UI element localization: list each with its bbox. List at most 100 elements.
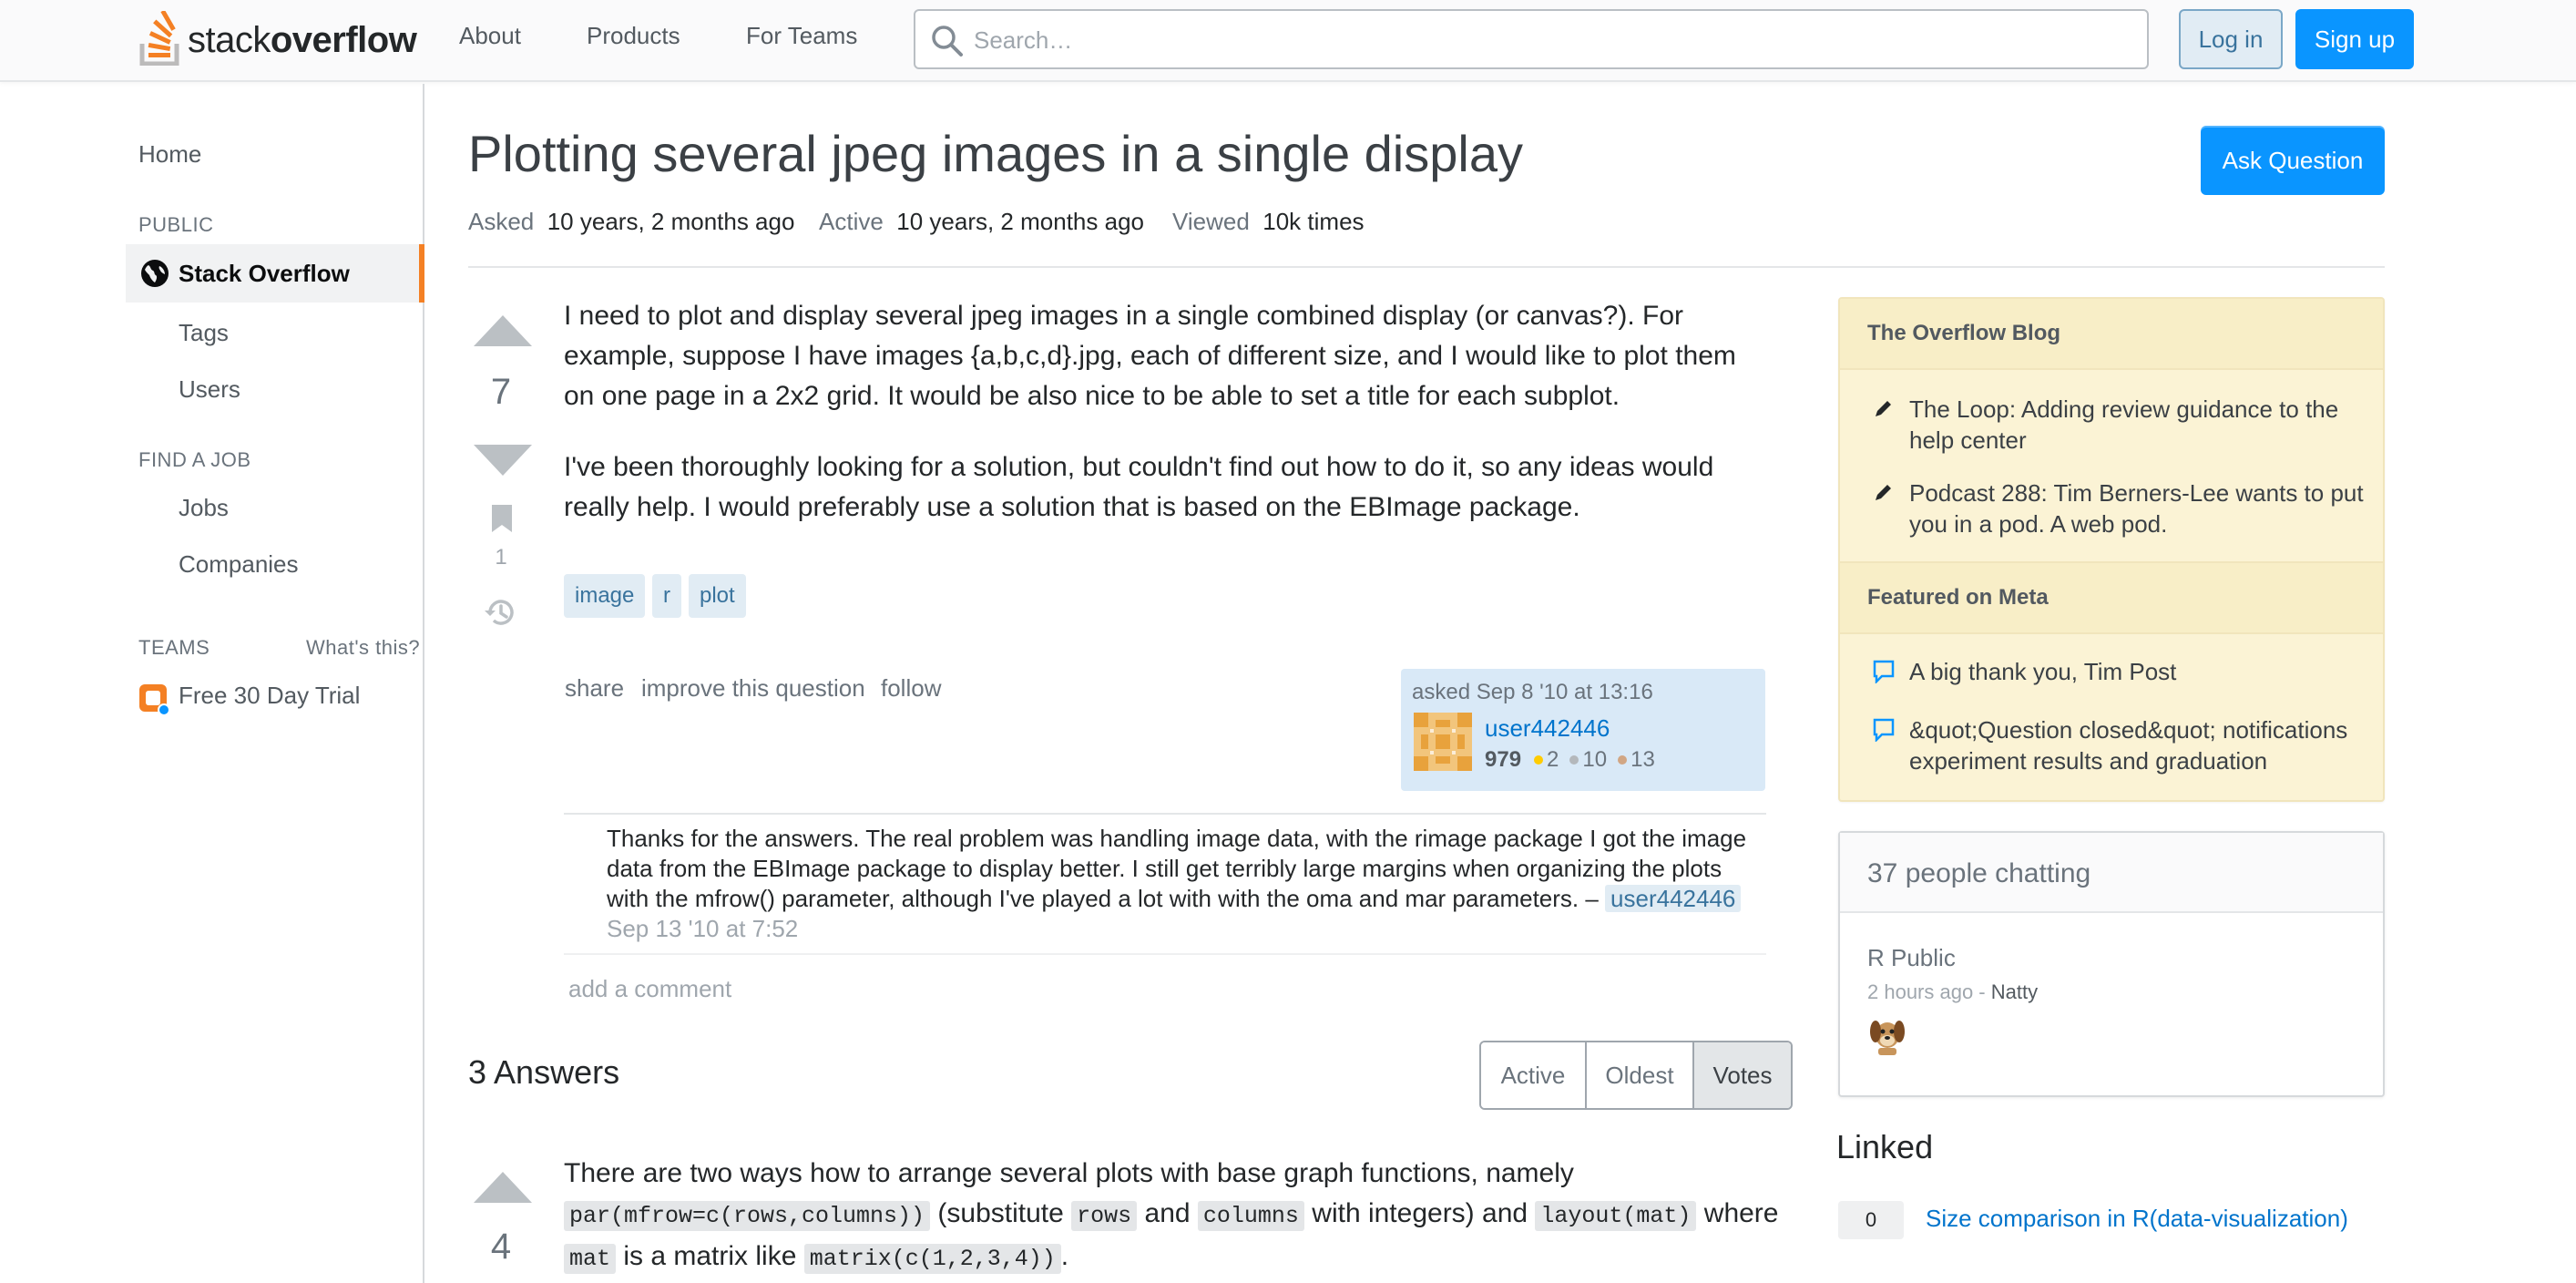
- sidebar-item-jobs[interactable]: Jobs: [179, 494, 229, 522]
- bookmark-icon[interactable]: [490, 503, 514, 534]
- question-body-paragraph-2: I've been thoroughly looking for a solut…: [564, 452, 1714, 522]
- meta-viewed-value: 10k times: [1262, 208, 1365, 235]
- question-title[interactable]: Plotting several jpeg images in a single…: [468, 124, 1523, 183]
- linked-vote-count: 0: [1838, 1201, 1904, 1239]
- comment-bubble-icon: [1873, 718, 1895, 742]
- search-input[interactable]: [974, 22, 2121, 58]
- overflow-blog-widget: The Overflow Blog The Loop: Adding revie…: [1838, 297, 2385, 802]
- bronze-badge-count: 13: [1630, 747, 1655, 772]
- meta-header: Featured on Meta: [1840, 561, 2383, 634]
- chat-activity: 2 hours ago - Natty: [1867, 980, 2038, 1004]
- brand-bold: overflow: [270, 20, 417, 60]
- comment-date[interactable]: Sep 13 '10 at 7:52: [607, 915, 798, 942]
- add-comment-link[interactable]: add a comment: [568, 975, 731, 1003]
- whats-this-link[interactable]: What's this?: [306, 636, 420, 660]
- nav-for-teams[interactable]: For Teams: [746, 22, 857, 50]
- meta-viewed-label: Viewed: [1172, 208, 1250, 235]
- sort-active-tab[interactable]: Active: [1481, 1042, 1585, 1108]
- answer-text-6: is a matrix like: [616, 1241, 804, 1271]
- teams-briefcase-icon: [139, 684, 170, 716]
- code-par-mfrow: par(mfrow=c(rows,columns)): [564, 1201, 931, 1231]
- nav-about[interactable]: About: [459, 22, 521, 50]
- meta-asked-label: Asked: [468, 208, 535, 235]
- bronze-badge-icon: [1618, 755, 1628, 765]
- login-button[interactable]: Log in: [2179, 9, 2283, 69]
- top-bar: stackoverflow About Products For Teams L…: [0, 0, 2576, 82]
- chat-time: 2 hours ago -: [1867, 980, 1991, 1003]
- follow-link[interactable]: follow: [881, 674, 941, 703]
- comment-user[interactable]: user442446: [1605, 885, 1742, 912]
- search-box[interactable]: [914, 9, 2149, 69]
- question-body-paragraph-1: I need to plot and display several jpeg …: [564, 301, 1736, 411]
- ask-question-button[interactable]: Ask Question: [2201, 126, 2385, 195]
- user-avatar[interactable]: [1414, 713, 1472, 771]
- pencil-icon: [1876, 401, 1891, 416]
- meta-asked: Asked 10 years, 2 months ago: [468, 208, 794, 236]
- blog-heading: The Overflow Blog: [1867, 321, 2061, 345]
- asked-timestamp[interactable]: asked Sep 8 '10 at 13:16: [1412, 680, 1653, 705]
- comment-bubble-icon: [1873, 660, 1895, 683]
- sidebar-item-home[interactable]: Home: [138, 140, 201, 169]
- chat-heading[interactable]: 37 people chatting: [1867, 858, 2090, 889]
- code-rows: rows: [1071, 1201, 1138, 1231]
- improve-question-link[interactable]: improve this question: [641, 674, 865, 703]
- sidebar-item-tags[interactable]: Tags: [179, 319, 229, 347]
- code-columns: columns: [1197, 1201, 1304, 1231]
- pencil-icon: [1876, 485, 1891, 500]
- sidebar-section-teams: TEAMS: [138, 636, 210, 659]
- chat-user[interactable]: Natty: [1991, 980, 2038, 1003]
- sidebar-item-stack-overflow-label: Stack Overflow: [179, 260, 350, 287]
- meta-viewed: Viewed 10k times: [1172, 208, 1365, 236]
- blog-item-2[interactable]: Podcast 288: Tim Berners-Lee wants to pu…: [1909, 477, 2365, 539]
- linked-question-link[interactable]: Size comparison in R(data-visualization): [1926, 1205, 2348, 1233]
- answer-upvote-arrow-icon[interactable]: [474, 1172, 532, 1205]
- code-mat: mat: [564, 1244, 617, 1274]
- comments-bottom-divider: [564, 953, 1766, 955]
- chat-user-avatar[interactable]: [1867, 1013, 1907, 1057]
- tag-r[interactable]: r: [652, 574, 681, 618]
- nav-products[interactable]: Products: [587, 22, 680, 50]
- silver-badge-count: 10: [1582, 747, 1608, 772]
- sidebar-item-users[interactable]: Users: [179, 375, 240, 404]
- sidebar-item-companies[interactable]: Companies: [179, 550, 299, 579]
- meta-item-1[interactable]: A big thank you, Tim Post: [1909, 656, 2365, 687]
- brand-plain: stack: [188, 20, 271, 60]
- downvote-arrow-icon[interactable]: [474, 443, 532, 476]
- comment: Thanks for the answers. The real problem…: [607, 824, 1763, 944]
- code-matrix: matrix(c(1,2,3,4)): [803, 1244, 1061, 1274]
- blog-header: The Overflow Blog: [1840, 299, 2383, 370]
- answer-text-5: where: [1696, 1198, 1779, 1228]
- sort-votes-tab[interactable]: Votes: [1692, 1042, 1791, 1108]
- sort-oldest-tab[interactable]: Oldest: [1585, 1042, 1692, 1108]
- owner-username[interactable]: user442446: [1485, 714, 1610, 743]
- upvote-arrow-icon[interactable]: [474, 315, 532, 348]
- tag-image[interactable]: image: [564, 574, 646, 618]
- meta-active-value[interactable]: 10 years, 2 months ago: [896, 208, 1144, 235]
- tag-plot[interactable]: plot: [689, 574, 746, 618]
- comment-text: Thanks for the answers. The real problem…: [607, 825, 1747, 912]
- meta-item-2[interactable]: &quot;Question closed&quot; notification…: [1909, 714, 2365, 776]
- share-link[interactable]: share: [565, 674, 624, 703]
- site-logo[interactable]: stackoverflow: [138, 7, 417, 66]
- chat-room-name[interactable]: R Public: [1867, 944, 1956, 972]
- brand-wordmark: stackoverflow: [188, 15, 417, 66]
- meta-asked-value: 10 years, 2 months ago: [547, 208, 795, 235]
- gold-badge-count: 2: [1547, 747, 1559, 772]
- history-icon[interactable]: [483, 594, 519, 631]
- chat-widget: 37 people chatting R Public 2 hours ago …: [1838, 831, 2385, 1097]
- answer-text-4: with integers) and: [1303, 1198, 1536, 1228]
- meta-heading: Featured on Meta: [1867, 585, 2049, 610]
- comments-divider: [564, 813, 1766, 815]
- sidebar-item-free-trial[interactable]: Free 30 Day Trial: [179, 682, 360, 710]
- header-divider: [468, 266, 2385, 268]
- sidebar-section-find-job: FIND A JOB: [138, 448, 251, 471]
- globe-icon: [141, 260, 169, 287]
- sidebar-item-stack-overflow[interactable]: Stack Overflow: [126, 244, 424, 303]
- answer-text-3: and: [1137, 1198, 1198, 1228]
- blog-item-1[interactable]: The Loop: Adding review guidance to the …: [1909, 394, 2365, 456]
- silver-badge-icon: [1569, 755, 1579, 765]
- signup-button[interactable]: Sign up: [2295, 9, 2414, 69]
- answer-text-1: There are two ways how to arrange severa…: [564, 1158, 1574, 1188]
- answers-heading: 3 Answers: [468, 1053, 620, 1091]
- answer-body: There are two ways how to arrange severa…: [564, 1154, 1784, 1279]
